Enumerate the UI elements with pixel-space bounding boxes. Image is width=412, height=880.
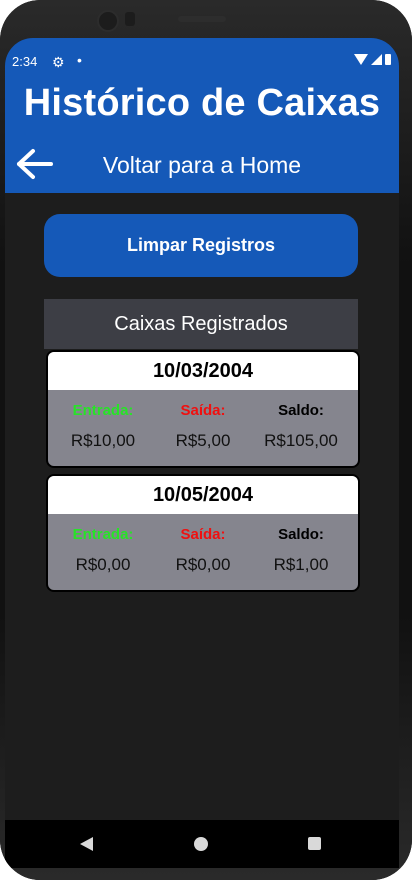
app-header: 2:34 ⚙ • Histórico de Caixas Voltar para… — [5, 38, 399, 193]
entrada-value: R$10,00 — [70, 431, 136, 450]
entrada-label: Entrada: — [72, 526, 134, 543]
gear-icon: ⚙ — [52, 54, 65, 70]
list-title: Caixas Registrados — [44, 299, 358, 349]
nav-home-icon[interactable] — [194, 837, 208, 851]
entrada-column: Entrada: R$10,00 — [53, 402, 153, 451]
record-date: 10/03/2004 — [48, 352, 358, 390]
entrada-value: R$0,00 — [75, 555, 131, 574]
saldo-label: Saldo: — [278, 526, 324, 543]
entrada-label: Entrada: — [72, 402, 134, 419]
back-label[interactable]: Voltar para a Home — [5, 152, 399, 179]
saida-label: Saída: — [180, 402, 226, 419]
status-time: 2:34 — [12, 54, 38, 69]
saldo-column: Saldo: R$105,00 — [251, 402, 351, 451]
battery-icon — [385, 54, 391, 65]
page-title: Histórico de Caixas — [23, 82, 381, 124]
status-bar: 2:34 ⚙ • — [5, 52, 399, 72]
speaker-grille — [178, 16, 226, 22]
saida-value: R$5,00 — [175, 431, 231, 450]
saldo-column: Saldo: R$1,00 — [251, 526, 351, 575]
wifi-icon — [354, 54, 368, 65]
saldo-label: Saldo: — [278, 402, 324, 419]
back-to-home[interactable]: Voltar para a Home — [5, 144, 399, 184]
saldo-value: R$1,00 — [273, 555, 329, 574]
record-card: 10/05/2004 Entrada: R$0,00 Saída: R$0,00… — [46, 474, 360, 592]
status-icons — [354, 54, 391, 65]
nav-recent-icon[interactable] — [308, 837, 321, 850]
signal-icon — [371, 54, 382, 65]
record-card: 10/03/2004 Entrada: R$10,00 Saída: R$5,0… — [46, 350, 360, 468]
saida-column: Saída: R$0,00 — [153, 526, 253, 575]
camera-icon — [97, 10, 119, 32]
saida-value: R$0,00 — [175, 555, 231, 574]
saldo-value: R$105,00 — [264, 431, 338, 450]
clear-records-button[interactable]: Limpar Registros — [44, 214, 358, 277]
nav-back-icon[interactable] — [80, 837, 93, 851]
record-date: 10/05/2004 — [48, 476, 358, 514]
app-screen: 2:34 ⚙ • Histórico de Caixas Voltar para… — [5, 38, 399, 865]
phone-device: 2:34 ⚙ • Histórico de Caixas Voltar para… — [0, 0, 412, 880]
saida-label: Saída: — [180, 526, 226, 543]
sensor-icon — [125, 12, 135, 26]
system-nav-bar — [5, 820, 399, 868]
notification-dot-icon: • — [77, 52, 82, 68]
saida-column: Saída: R$5,00 — [153, 402, 253, 451]
entrada-column: Entrada: R$0,00 — [53, 526, 153, 575]
